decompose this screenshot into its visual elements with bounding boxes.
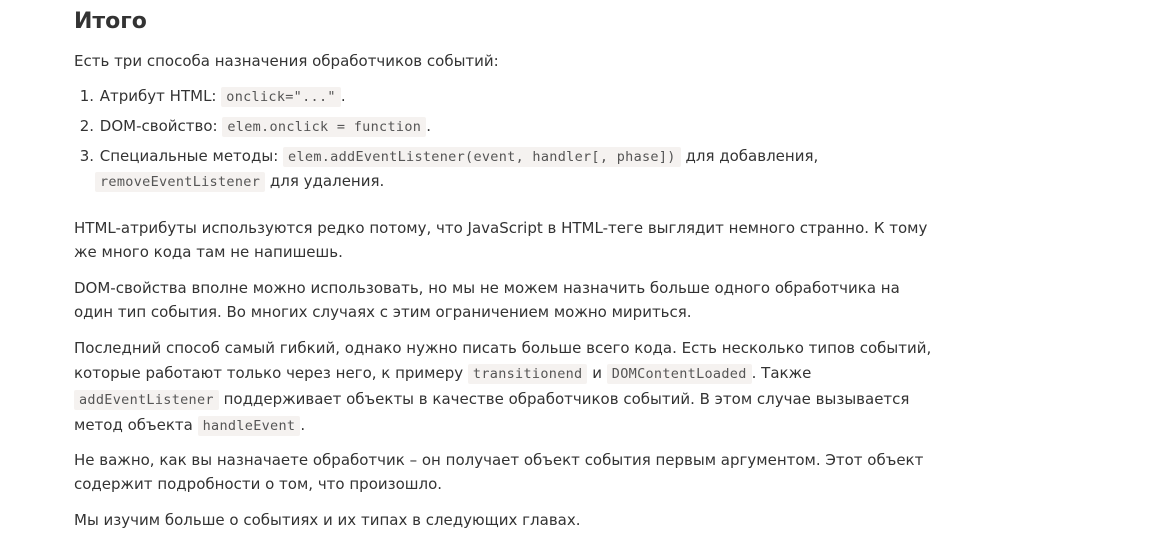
paragraph-line: которые работают только через него, к пр… <box>74 364 464 382</box>
list-item: 2. DOM-свойство: elem.onclick = function… <box>74 114 431 139</box>
code-snippet: addEventListener <box>74 390 219 410</box>
list-item-number: 2. <box>79 117 94 135</box>
section-heading: Итого <box>74 9 147 34</box>
paragraph-text: . <box>300 416 306 434</box>
code-snippet: elem.addEventListener(event, handler[, p… <box>283 147 681 167</box>
code-snippet: elem.onclick = function <box>222 117 427 137</box>
list-item-number: 3. <box>79 147 94 165</box>
paragraph-add-event-listener: Последний способ самый гибкий, однако ну… <box>74 336 931 439</box>
paragraph-line: DOM-свойства вполне можно использовать, … <box>74 279 900 297</box>
code-snippet: DOMContentLoaded <box>606 364 752 384</box>
list-item-text: . <box>340 87 346 105</box>
paragraph-line: Мы изучим больше о событиях и их типах в… <box>74 511 581 529</box>
list-item-text: для удаления. <box>269 172 385 190</box>
code-snippet: onclick="..." <box>221 87 341 107</box>
paragraph-line: Последний способ самый гибкий, однако ну… <box>74 339 932 357</box>
paragraph-text: метод объекта <box>74 416 193 434</box>
intro-paragraph: Есть три способа назначения обработчиков… <box>74 52 499 70</box>
list-item-text: Атрибут HTML: <box>99 87 217 105</box>
paragraph-line: Не важно, как вы назначаете обработчик –… <box>74 451 924 469</box>
paragraph-next-chapters: Мы изучим больше о событиях и их типах в… <box>74 508 581 532</box>
list-item-text: DOM-свойство: <box>99 117 218 135</box>
list-item: 1. Атрибут HTML: onclick="...". <box>74 84 346 109</box>
list-item-continuation: removeEventListener для удаления. <box>95 169 384 194</box>
paragraph-line: же много кода там не напишешь. <box>74 243 343 261</box>
list-item-text: для добавления, <box>685 147 819 165</box>
list-item-text: . <box>426 117 431 135</box>
paragraph-dom-properties: DOM-свойства вполне можно использовать, … <box>74 276 900 324</box>
paragraph-line: HTML-атрибуты используются редко потому,… <box>74 219 928 237</box>
code-snippet: handleEvent <box>197 416 301 436</box>
list-item-text: Специальные методы: <box>99 147 279 165</box>
paragraph-text: . Также <box>751 364 812 382</box>
code-snippet: transitionend <box>467 364 588 384</box>
paragraph-event-object: Не важно, как вы назначаете обработчик –… <box>74 448 923 496</box>
list-item: 3. Специальные методы: elem.addEventList… <box>74 144 818 169</box>
paragraph-text: и <box>592 364 603 382</box>
paragraph-line: один тип события. Во многих случаях с эт… <box>74 303 692 321</box>
paragraph-text: поддерживает объекты в качестве обработч… <box>223 390 910 408</box>
code-snippet: removeEventListener <box>95 172 266 192</box>
paragraph-html-attributes: HTML-атрибуты используются редко потому,… <box>74 216 927 264</box>
list-item-number: 1. <box>79 87 94 105</box>
paragraph-line: содержит подробности о том, что произошл… <box>74 475 443 493</box>
